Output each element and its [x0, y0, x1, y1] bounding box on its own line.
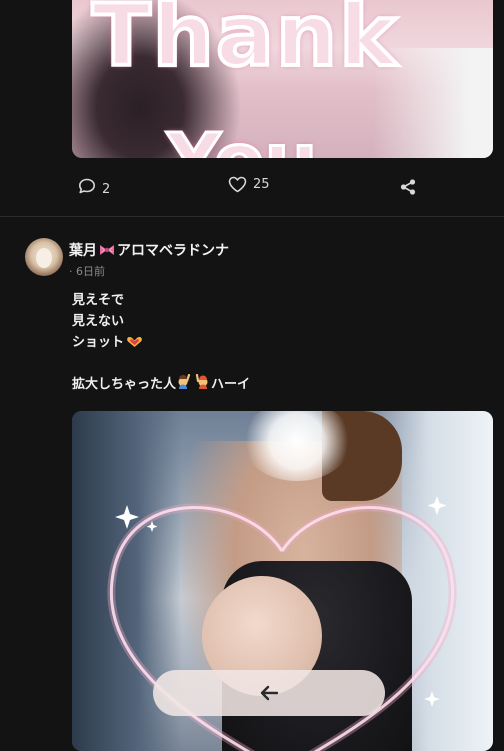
avatar-face: [36, 248, 52, 268]
post-line-text: 拡大しちゃった人: [72, 377, 177, 392]
comment-count: 2: [102, 182, 111, 197]
post-line: 見えそで: [72, 293, 125, 308]
raising-hand-emoji: [195, 374, 208, 389]
post-line-text: ショット: [72, 335, 125, 350]
previous-post-image[interactable]: Thank You: [72, 0, 493, 158]
post-action-bar: 2 25: [0, 176, 504, 202]
avatar[interactable]: [25, 238, 63, 276]
heart-icon: [228, 176, 247, 193]
post-timestamp: · 6日前: [69, 265, 105, 278]
post-line: 拡大しちゃった人 ハーイ: [72, 374, 250, 395]
share-button[interactable]: [400, 179, 416, 195]
like-button[interactable]: 25: [228, 176, 270, 193]
back-button[interactable]: [153, 670, 385, 716]
timestamp-text: 6日前: [76, 265, 105, 278]
comment-button[interactable]: 2: [78, 176, 110, 197]
share-icon: [400, 179, 416, 195]
post-divider: [0, 216, 504, 217]
post-line-text: ハーイ: [211, 377, 251, 392]
author-name[interactable]: 葉月 アロマベラドンナ: [69, 240, 229, 260]
post-text: 見えそで 見えない ショット 拡大しちゃった人 ハーイ: [72, 290, 250, 395]
post-line-empty: [72, 353, 250, 374]
bow-icon: [100, 245, 114, 255]
heart-hands-emoji: [127, 337, 142, 347]
author-name-main: 葉月: [69, 243, 97, 259]
author-name-rest: アロマベラドンナ: [117, 243, 229, 259]
image-caption-thank: Thank: [90, 0, 399, 88]
like-count: 25: [253, 177, 270, 192]
post-line: 見えない: [72, 314, 125, 329]
image-caption-you: You: [165, 117, 318, 159]
raising-hand-emoji: [178, 374, 191, 389]
comment-icon: [79, 178, 95, 194]
back-arrow-icon: [260, 685, 279, 701]
post-line: ショット: [72, 332, 250, 353]
